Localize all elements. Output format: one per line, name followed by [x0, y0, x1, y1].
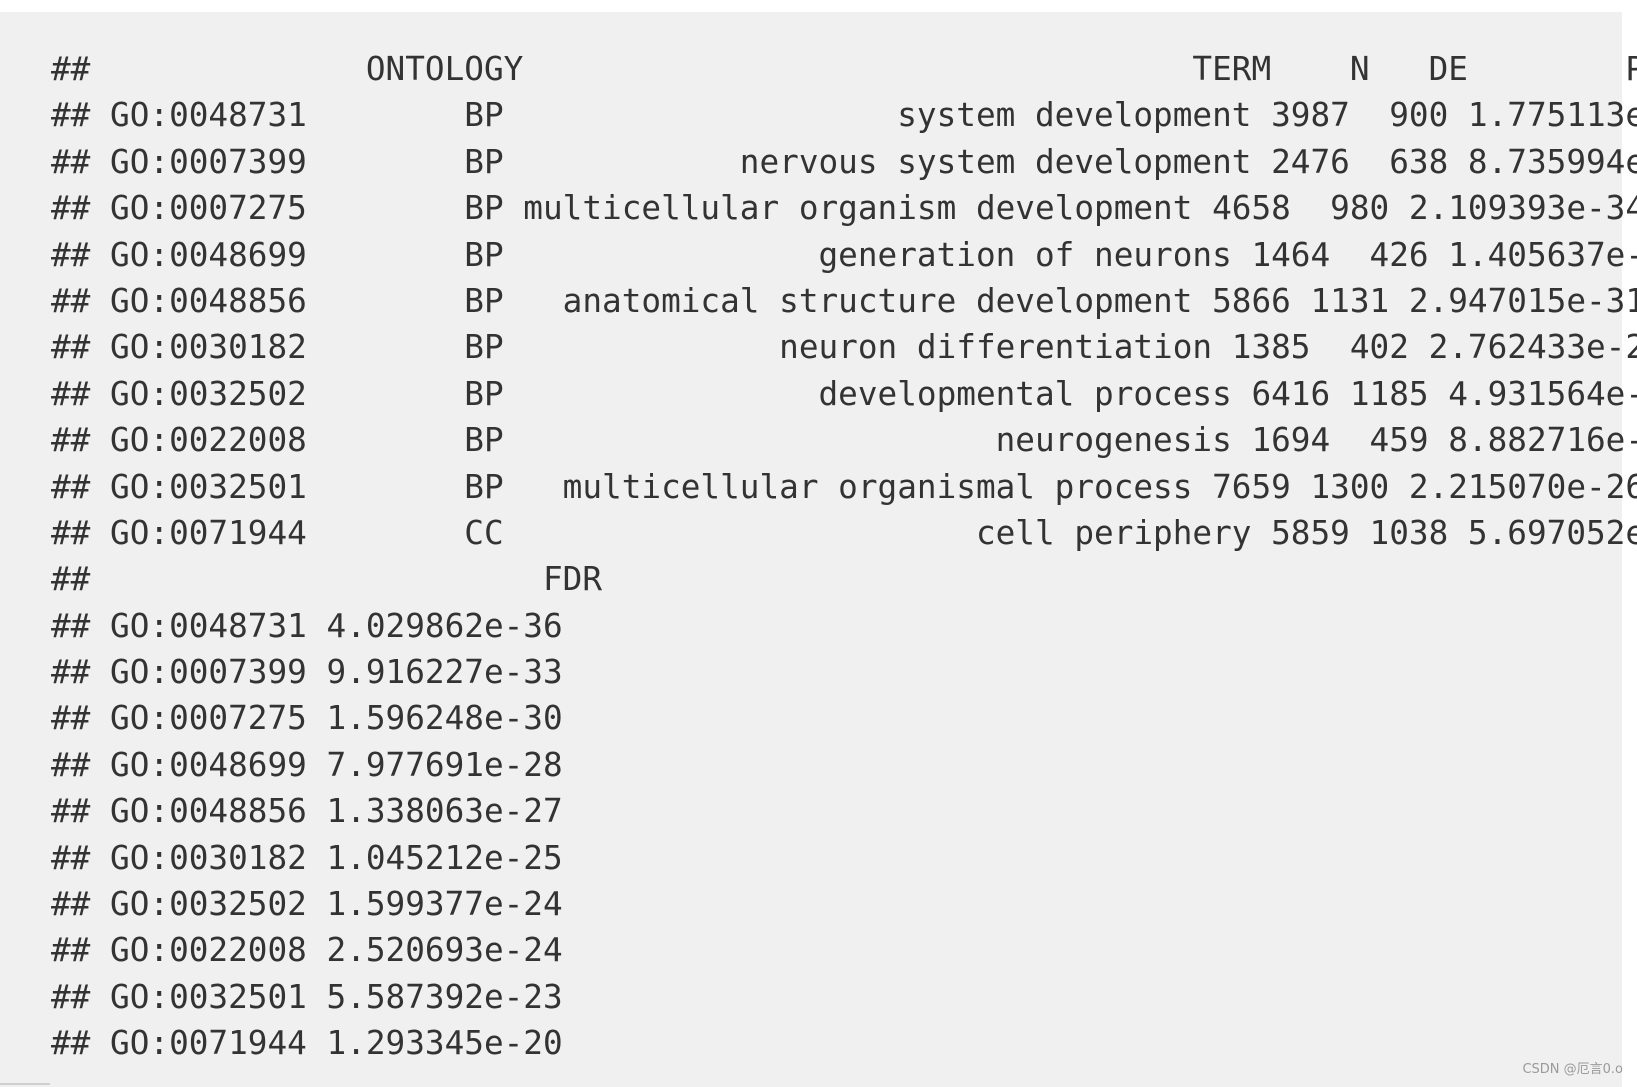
output-line: ## GO:0030182 BP neuron differentiation …	[51, 328, 1637, 367]
output-line: ## GO:0048856 1.338063e-27	[51, 792, 563, 831]
output-line: ## GO:0071944 1.293345e-20	[51, 1024, 563, 1063]
output-line: ## GO:0032501 5.587392e-23	[51, 977, 563, 1016]
output-line: ## GO:0007275 BP multicellular organism …	[51, 189, 1637, 228]
output-line: ## GO:0022008 2.520693e-24	[51, 931, 563, 970]
code-output-block: ## ONTOLOGY TERM N DE P.DE ## GO:0048731…	[0, 12, 1637, 1087]
output-line: ## GO:0071944 CC cell periphery 5859 103…	[51, 513, 1637, 552]
output-line: ## GO:0032502 BP developmental process 6…	[51, 374, 1637, 413]
output-line: ## GO:0048699 7.977691e-28	[51, 745, 563, 784]
output-header-line: ## FDR	[51, 560, 603, 599]
output-line: ## GO:0048856 BP anatomical structure de…	[51, 281, 1637, 320]
output-line: ## GO:0007399 BP nervous system developm…	[51, 142, 1637, 181]
output-line: ## GO:0030182 1.045212e-25	[51, 838, 563, 877]
output-header-line: ## ONTOLOGY TERM N DE P.DE	[51, 50, 1637, 88]
output-line: ## GO:0022008 BP neurogenesis 1694 459 8…	[51, 421, 1637, 460]
output-line: ## GO:0007275 1.596248e-30	[51, 699, 563, 738]
output-line: ## GO:0032501 BP multicellular organisma…	[51, 467, 1637, 506]
watermark: CSDN @厄言0.o	[1522, 1062, 1623, 1077]
output-line: ## GO:0032502 1.599377e-24	[51, 885, 563, 924]
output-line: ## GO:0007399 9.916227e-33	[51, 653, 563, 692]
output-line: ## GO:0048699 BP generation of neurons 1…	[51, 235, 1637, 274]
output-line: ## GO:0048731 BP system development 3987…	[51, 96, 1637, 135]
output-line: ## GO:0048731 4.029862e-36	[51, 606, 563, 645]
